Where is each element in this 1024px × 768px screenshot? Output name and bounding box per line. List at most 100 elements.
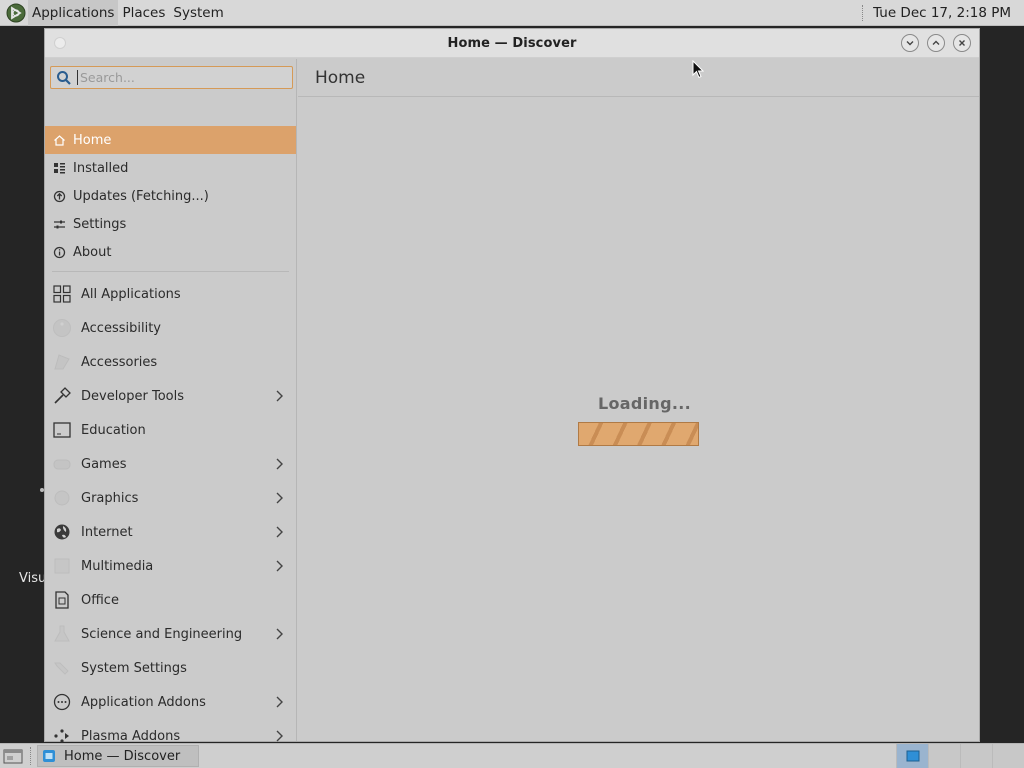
info-icon bbox=[52, 245, 66, 259]
category-system-settings[interactable]: System Settings bbox=[45, 651, 296, 685]
addons-icon bbox=[52, 692, 72, 712]
category-internet[interactable]: Internet bbox=[45, 515, 296, 549]
graphics-icon bbox=[52, 488, 72, 508]
nav-label: Installed bbox=[73, 160, 129, 176]
home-icon bbox=[52, 133, 66, 147]
chevron-right-icon bbox=[276, 730, 283, 742]
mouse-cursor-icon bbox=[692, 60, 704, 79]
nav-label: Settings bbox=[73, 216, 127, 232]
category-application-addons[interactable]: Application Addons bbox=[45, 685, 296, 719]
taskbar-separator bbox=[30, 747, 31, 765]
minimize-button[interactable] bbox=[901, 34, 919, 52]
category-label: Office bbox=[81, 592, 119, 608]
category-education[interactable]: Education bbox=[45, 413, 296, 447]
chevron-right-icon bbox=[276, 526, 283, 538]
progress-fill bbox=[579, 423, 698, 445]
show-desktop-icon[interactable] bbox=[2, 747, 24, 765]
chevron-up-icon bbox=[932, 40, 940, 45]
category-label: Developer Tools bbox=[81, 388, 185, 404]
hammer-icon bbox=[52, 386, 72, 406]
system-menu[interactable]: System bbox=[169, 0, 227, 26]
category-label: System Settings bbox=[81, 660, 187, 676]
clock[interactable]: Tue Dec 17, 2:18 PM bbox=[873, 5, 1024, 21]
accessibility-icon bbox=[52, 318, 72, 338]
chevron-right-icon bbox=[276, 560, 283, 572]
chevron-right-icon bbox=[276, 390, 283, 402]
category-label: Science and Engineering bbox=[81, 626, 243, 642]
system-settings-icon bbox=[52, 658, 72, 678]
category-label: Application Addons bbox=[81, 694, 206, 710]
workspace-3[interactable] bbox=[960, 743, 992, 768]
nav-item-installed[interactable]: Installed bbox=[45, 154, 296, 182]
workspace-4[interactable] bbox=[992, 743, 1024, 768]
installed-icon bbox=[52, 161, 66, 175]
category-graphics[interactable]: Graphics bbox=[45, 481, 296, 515]
category-label: Multimedia bbox=[81, 558, 154, 574]
category-label: Graphics bbox=[81, 490, 139, 506]
category-label: Internet bbox=[81, 524, 133, 540]
chevron-right-icon bbox=[276, 696, 283, 708]
taskbar-item-discover[interactable]: Home — Discover bbox=[37, 745, 199, 767]
close-button[interactable] bbox=[953, 34, 971, 52]
science-icon bbox=[52, 624, 72, 644]
nav-label: Home bbox=[73, 132, 112, 148]
settings-icon bbox=[52, 217, 66, 231]
category-label: Accessibility bbox=[81, 320, 161, 336]
workspace-switcher bbox=[896, 743, 1024, 768]
games-icon bbox=[52, 454, 72, 474]
taskbar-item-label: Home — Discover bbox=[64, 748, 181, 764]
distro-logo-icon[interactable] bbox=[6, 3, 26, 23]
loading-progress-bar bbox=[578, 422, 699, 446]
top-panel-right: Tue Dec 17, 2:18 PM bbox=[862, 0, 1024, 26]
main-header: Home bbox=[298, 59, 979, 97]
desktop-icon-label[interactable]: Visu bbox=[19, 571, 46, 586]
panel-separator bbox=[862, 4, 864, 21]
multimedia-icon bbox=[52, 556, 72, 576]
workspace-1[interactable] bbox=[896, 743, 928, 768]
category-developer-tools[interactable]: Developer Tools bbox=[45, 379, 296, 413]
office-icon bbox=[52, 590, 72, 610]
window-thumbnail-icon bbox=[906, 750, 919, 762]
globe-icon bbox=[52, 522, 72, 542]
sidebar-divider bbox=[52, 271, 289, 272]
grid-icon bbox=[52, 284, 72, 304]
places-menu[interactable]: Places bbox=[118, 0, 169, 26]
nav-label: About bbox=[73, 244, 112, 260]
category-multimedia[interactable]: Multimedia bbox=[45, 549, 296, 583]
nav-item-updates[interactable]: Updates (Fetching...) bbox=[45, 182, 296, 210]
window-menu-icon[interactable] bbox=[54, 37, 66, 49]
accessories-icon bbox=[52, 352, 72, 372]
sidebar: Home Installed Updates (Fetching...) Set… bbox=[45, 59, 297, 744]
discover-app-icon bbox=[43, 750, 55, 762]
workspace-2[interactable] bbox=[928, 743, 960, 768]
category-office[interactable]: Office bbox=[45, 583, 296, 617]
category-label: Accessories bbox=[81, 354, 158, 370]
nav-item-about[interactable]: About bbox=[45, 238, 296, 266]
category-label: Plasma Addons bbox=[81, 728, 181, 744]
category-science[interactable]: Science and Engineering bbox=[45, 617, 296, 651]
category-accessibility[interactable]: Accessibility bbox=[45, 311, 296, 345]
chevron-right-icon bbox=[276, 628, 283, 640]
search-field[interactable] bbox=[50, 66, 293, 89]
close-icon bbox=[959, 40, 965, 46]
category-accessories[interactable]: Accessories bbox=[45, 345, 296, 379]
window-titlebar[interactable]: Home — Discover bbox=[45, 29, 979, 58]
nav-label: Updates (Fetching...) bbox=[73, 188, 209, 204]
search-input[interactable] bbox=[77, 70, 277, 85]
category-all-applications[interactable]: All Applications bbox=[45, 277, 296, 311]
category-label: Games bbox=[81, 456, 127, 472]
bottom-taskbar: Home — Discover bbox=[0, 743, 1024, 768]
window-title: Home — Discover bbox=[447, 35, 577, 51]
education-icon bbox=[52, 420, 72, 440]
discover-window: Home — Discover Home bbox=[44, 28, 980, 744]
category-label: All Applications bbox=[81, 286, 181, 302]
applications-menu[interactable]: Applications bbox=[28, 0, 119, 26]
chevron-right-icon bbox=[276, 458, 283, 470]
nav-item-settings[interactable]: Settings bbox=[45, 210, 296, 238]
maximize-button[interactable] bbox=[927, 34, 945, 52]
nav-item-home[interactable]: Home bbox=[45, 126, 296, 154]
category-games[interactable]: Games bbox=[45, 447, 296, 481]
top-menu: Applications Places System bbox=[0, 0, 228, 26]
updates-icon bbox=[52, 189, 66, 203]
window-buttons bbox=[901, 34, 971, 52]
